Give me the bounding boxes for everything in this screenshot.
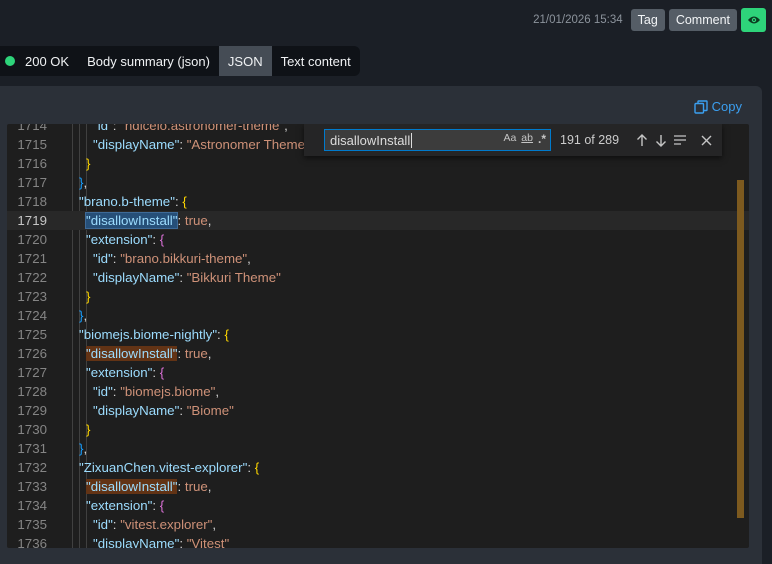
code-text: "displayName": "Vitest" [93, 536, 230, 548]
code-text: } [86, 422, 91, 437]
code-line: 1728 "id": "biomejs.biome", [7, 382, 749, 401]
copy-button[interactable]: Copy [693, 99, 742, 114]
code-line: 1734 "extension": { [7, 496, 749, 515]
line-number: 1736 [17, 536, 47, 548]
code-line: 1730} [7, 420, 749, 439]
code-line: 1722 "displayName": "Bikkuri Theme" [7, 268, 749, 287]
code-text: "extension": { [86, 365, 165, 380]
code-text: "id": "brano.bikkuri-theme", [93, 251, 251, 266]
code-text: "disallowInstall": true, [86, 346, 212, 361]
line-number: 1721 [17, 251, 47, 266]
whole-word-icon[interactable]: ab [521, 132, 533, 146]
tab-text-content[interactable]: Text content [272, 46, 360, 76]
find-in-selection-icon[interactable] [670, 131, 689, 150]
copy-label: Copy [711, 99, 742, 114]
code-text: "displayName": "Biome" [93, 403, 234, 418]
code-text: "displayName": "Astronomer Theme" [93, 137, 310, 152]
code-line: 1725 "biomejs.biome-nightly": { [7, 325, 749, 344]
line-number: 1732 [17, 460, 47, 475]
code-text: }, [79, 175, 88, 190]
line-number: 1723 [17, 289, 47, 304]
find-query: disallowInstall [330, 132, 411, 148]
line-number: 1726 [17, 346, 47, 361]
match-count: 191 of 289 [560, 133, 620, 147]
line-number: 1727 [17, 365, 47, 380]
find-input[interactable]: disallowInstall Aa ab .* [324, 129, 551, 151]
code-line: 1721 "id": "brano.bikkuri-theme", [7, 249, 749, 268]
code-line: 1718 "brano.b-theme": { [7, 192, 749, 211]
code-text: }, [79, 441, 88, 456]
status-label: 200 OK [25, 53, 70, 69]
code-text: }, [79, 308, 88, 323]
code-line: 1735 "id": "vitest.explorer", [7, 515, 749, 534]
code-line: 1731}, [7, 439, 749, 458]
code-line: 1723} [7, 287, 749, 306]
line-number: 1729 [17, 403, 47, 418]
line-number: 1717 [17, 175, 47, 190]
code-lines: 1714 "id": "hdlcelo.astronomer-theme", 171… [7, 124, 749, 548]
previous-match-icon[interactable] [632, 131, 651, 150]
code-text: "biomejs.biome-nightly": { [79, 327, 229, 342]
eye-button[interactable] [741, 8, 766, 32]
line-number: 1722 [17, 270, 47, 285]
close-icon[interactable] [697, 131, 716, 150]
code-line: 1717}, [7, 173, 749, 192]
next-match-icon[interactable] [651, 131, 670, 150]
line-number: 1728 [17, 384, 47, 399]
code-text: "extension": { [86, 232, 165, 247]
code-text: "extension": { [86, 498, 165, 513]
code-line: 1716} [7, 154, 749, 173]
line-number: 1735 [17, 517, 47, 532]
tab-json[interactable]: JSON [218, 46, 272, 76]
status-dot-icon [5, 56, 15, 66]
find-widget: disallowInstall Aa ab .* 191 of 289 [304, 124, 722, 156]
timestamp: 21/01/2026 15:34 [533, 14, 623, 26]
code-line: 1733 "disallowInstall": true, [7, 477, 749, 496]
response-tabs: 200 OK Body summary (json) JSON Text con… [0, 46, 360, 76]
code-text: "id": "biomejs.biome", [93, 384, 220, 399]
eye-icon [747, 16, 760, 24]
line-number: 1715 [17, 137, 47, 152]
line-number: 1720 [17, 232, 47, 247]
line-number: 1719 [17, 213, 47, 228]
code-line: 1724}, [7, 306, 749, 325]
code-text: "disallowInstall": true, [84, 212, 212, 229]
code-text: } [86, 289, 91, 304]
top-toolbar: 21/01/2026 15:34 Tag Comment [533, 8, 766, 32]
code-text: "displayName": "Bikkuri Theme" [93, 270, 281, 285]
line-number: 1714 [17, 124, 47, 133]
regex-icon[interactable]: .* [538, 132, 546, 146]
match-case-icon[interactable]: Aa [503, 132, 516, 146]
line-number: 1724 [17, 308, 47, 323]
code-line: 1732 "ZixuanChen.vitest-explorer": { [7, 458, 749, 477]
line-number: 1733 [17, 479, 47, 494]
code-editor[interactable]: 1714 "id": "hdlcelo.astronomer-theme", 171… [7, 124, 749, 548]
code-line: 1729 "displayName": "Biome" [7, 401, 749, 420]
code-line: 1720 "extension": { [7, 230, 749, 249]
tag-button[interactable]: Tag [630, 9, 665, 31]
line-number: 1731 [17, 441, 47, 456]
text-cursor [411, 132, 413, 148]
line-number: 1718 [17, 194, 47, 209]
tab-body-summary[interactable]: Body summary (json) [78, 46, 219, 76]
code-text: "brano.b-theme": { [79, 194, 187, 209]
code-text: "id": "hdlcelo.astronomer-theme", [93, 124, 288, 133]
code-line: 1726 "disallowInstall": true, [7, 344, 749, 363]
code-line: 1736 "displayName": "Vitest" [7, 534, 749, 548]
scrollbar-match-markers[interactable] [737, 180, 744, 518]
code-line: 1719 "disallowInstall": true, [7, 211, 749, 230]
status-tab[interactable]: 200 OK [0, 46, 78, 76]
code-text: "disallowInstall": true, [86, 479, 212, 494]
code-line: 1727 "extension": { [7, 363, 749, 382]
copy-icon [693, 99, 708, 114]
comment-button[interactable]: Comment [668, 9, 737, 31]
line-number: 1734 [17, 498, 47, 513]
json-panel: Copy 1714 "id": "hdlcelo.astronomer-theme… [0, 86, 762, 564]
line-number: 1716 [17, 156, 47, 171]
code-text: "id": "vitest.explorer", [93, 517, 217, 532]
line-number: 1725 [17, 327, 47, 342]
code-text: "ZixuanChen.vitest-explorer": { [79, 460, 260, 475]
code-text: } [86, 156, 91, 171]
line-number: 1730 [17, 422, 47, 437]
